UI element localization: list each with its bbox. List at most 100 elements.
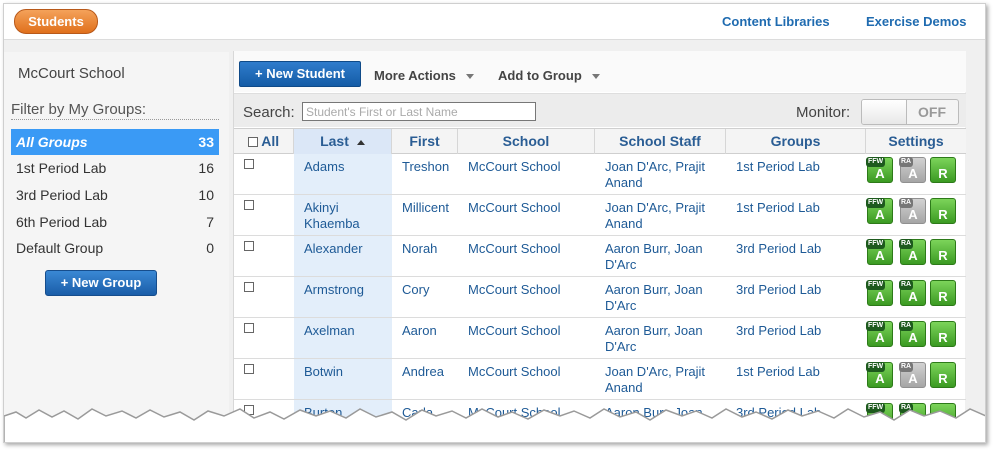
group-item-1st-period-lab[interactable]: 1st Period Lab 16 <box>11 155 219 181</box>
cell-school: McCourt School <box>468 200 561 215</box>
cell-last[interactable]: Akinyi Khaemba <box>304 200 384 232</box>
ffw-a-setting-icon[interactable]: FFWA <box>866 239 893 265</box>
group-item-3rd-period-lab[interactable]: 3rd Period Lab 10 <box>11 182 219 208</box>
search-input[interactable] <box>302 102 536 121</box>
students-tab[interactable]: Students <box>14 9 98 34</box>
settings-icons: FFWARAA R <box>866 321 957 349</box>
ra-a-setting-icon[interactable]: RAA <box>899 198 926 224</box>
row-checkbox[interactable] <box>244 282 254 292</box>
table-row[interactable]: Akinyi Khaemba Millicent McCourt School Joa… <box>234 195 966 236</box>
group-item-6th-period-lab[interactable]: 6th Period Lab 7 <box>11 209 219 235</box>
cell-school-staff: Aaron Burr, Joan D'Arc <box>605 282 703 313</box>
column-label: School Staff <box>619 133 701 149</box>
monitor-toggle[interactable]: OFF <box>861 99 959 125</box>
row-checkbox[interactable] <box>244 241 254 251</box>
group-label: All Groups <box>16 134 88 150</box>
cell-school-staff: Aaron Burr, Joan D'Arc <box>605 323 703 354</box>
select-all-header[interactable]: All <box>234 129 294 154</box>
more-actions-menu[interactable]: More Actions <box>374 68 474 83</box>
row-checkbox[interactable] <box>244 200 254 210</box>
column-header-last[interactable]: Last <box>294 129 392 154</box>
table-body: Adams Treshon McCourt School Joan D'Arc, Pr… <box>234 154 966 442</box>
group-count: 16 <box>198 160 214 176</box>
ra-a-setting-icon[interactable]: RAA <box>899 157 926 183</box>
table-header: All Last First School School Staff Group… <box>234 128 966 154</box>
r-setting-icon[interactable]: R <box>930 198 956 224</box>
cell-groups: 3rd Period Lab <box>736 282 822 297</box>
ra-a-setting-icon[interactable]: RAA <box>899 362 926 388</box>
column-label: Last <box>320 133 349 149</box>
column-header-school-staff[interactable]: School Staff <box>595 129 726 154</box>
cell-first: Aaron <box>402 323 437 338</box>
torn-edge <box>4 408 985 442</box>
ffw-a-setting-icon[interactable]: FFWA <box>866 157 893 183</box>
ra-a-setting-icon[interactable]: RAA <box>899 239 926 265</box>
ffw-a-setting-icon[interactable]: FFWA <box>866 198 893 224</box>
cell-last[interactable]: Armstrong <box>304 282 384 298</box>
school-name: McCourt School <box>18 65 125 82</box>
cell-last[interactable]: Alexander <box>304 241 384 257</box>
cell-first: Millicent <box>402 200 449 215</box>
setting-letter: A <box>908 248 918 263</box>
row-checkbox[interactable] <box>244 364 254 374</box>
column-label: Settings <box>888 133 944 149</box>
cell-school-staff: Joan D'Arc, Prajit Anand <box>605 364 706 395</box>
setting-letter: A <box>908 207 918 222</box>
monitor-label: Monitor: <box>796 104 851 121</box>
column-header-school[interactable]: School <box>458 129 595 154</box>
group-count: 7 <box>206 214 214 230</box>
setting-letter: A <box>875 289 885 304</box>
settings-icons: FFWARAA R <box>866 362 957 390</box>
exercise-demos-link[interactable]: Exercise Demos <box>866 14 966 29</box>
setting-letter: A <box>875 207 885 222</box>
group-count: 0 <box>206 240 214 256</box>
cell-last[interactable]: Adams <box>304 159 384 175</box>
table-row[interactable]: Armstrong Cory McCourt School Aaron Burr, J… <box>234 277 966 318</box>
r-setting-icon[interactable]: R <box>930 157 956 183</box>
search-label: Search: <box>243 104 295 121</box>
cell-last[interactable]: Botwin <box>304 364 384 380</box>
content-libraries-link[interactable]: Content Libraries <box>722 14 830 29</box>
setting-letter: A <box>908 371 918 386</box>
cell-groups: 1st Period Lab <box>736 159 820 174</box>
cell-school: McCourt School <box>468 159 561 174</box>
cell-school-staff: Joan D'Arc, Prajit Anand <box>605 159 706 190</box>
r-setting-icon[interactable]: R <box>930 362 956 388</box>
new-student-button[interactable]: + New Student <box>239 61 361 87</box>
ffw-a-setting-icon[interactable]: FFWA <box>866 362 893 388</box>
table-row[interactable]: Botwin Andrea McCourt School Joan D'Arc, Pr… <box>234 359 966 400</box>
top-bar: Students Content Libraries Exercise Demo… <box>4 4 985 40</box>
group-item-all-groups[interactable]: All Groups 33 <box>11 129 219 155</box>
setting-letter: A <box>875 371 885 386</box>
r-setting-icon[interactable]: R <box>930 280 956 306</box>
r-setting-icon[interactable]: R <box>930 239 956 265</box>
column-header-first[interactable]: First <box>392 129 458 154</box>
setting-letter: A <box>875 248 885 263</box>
toolbar: + New Student More Actions Add to Group <box>234 51 966 92</box>
add-to-group-menu[interactable]: Add to Group <box>498 68 600 83</box>
cell-first: Norah <box>402 241 438 256</box>
cell-school-staff: Aaron Burr, Joan D'Arc <box>605 241 703 272</box>
new-group-button[interactable]: + New Group <box>45 270 157 296</box>
group-label: 1st Period Lab <box>16 160 107 176</box>
column-header-groups[interactable]: Groups <box>726 129 866 154</box>
ffw-a-setting-icon[interactable]: FFWA <box>866 280 893 306</box>
group-item-default-group[interactable]: Default Group 0 <box>11 235 219 261</box>
setting-letter: A <box>875 330 885 345</box>
cell-school: McCourt School <box>468 282 561 297</box>
setting-letter: R <box>938 248 948 263</box>
ra-a-setting-icon[interactable]: RAA <box>899 321 926 347</box>
cell-school: McCourt School <box>468 241 561 256</box>
table-row[interactable]: Adams Treshon McCourt School Joan D'Arc, Pr… <box>234 154 966 195</box>
ra-a-setting-icon[interactable]: RAA <box>899 280 926 306</box>
cell-last[interactable]: Axelman <box>304 323 384 339</box>
row-checkbox[interactable] <box>244 323 254 333</box>
row-checkbox[interactable] <box>244 159 254 169</box>
setting-letter: R <box>938 289 948 304</box>
table-row[interactable]: Alexander Norah McCourt School Aaron Burr, … <box>234 236 966 277</box>
r-setting-icon[interactable]: R <box>930 321 956 347</box>
cell-school-staff: Joan D'Arc, Prajit Anand <box>605 200 706 231</box>
table-row[interactable]: Axelman Aaron McCourt School Aaron Burr, Jo… <box>234 318 966 359</box>
select-all-checkbox[interactable] <box>247 137 258 148</box>
ffw-a-setting-icon[interactable]: FFWA <box>866 321 893 347</box>
